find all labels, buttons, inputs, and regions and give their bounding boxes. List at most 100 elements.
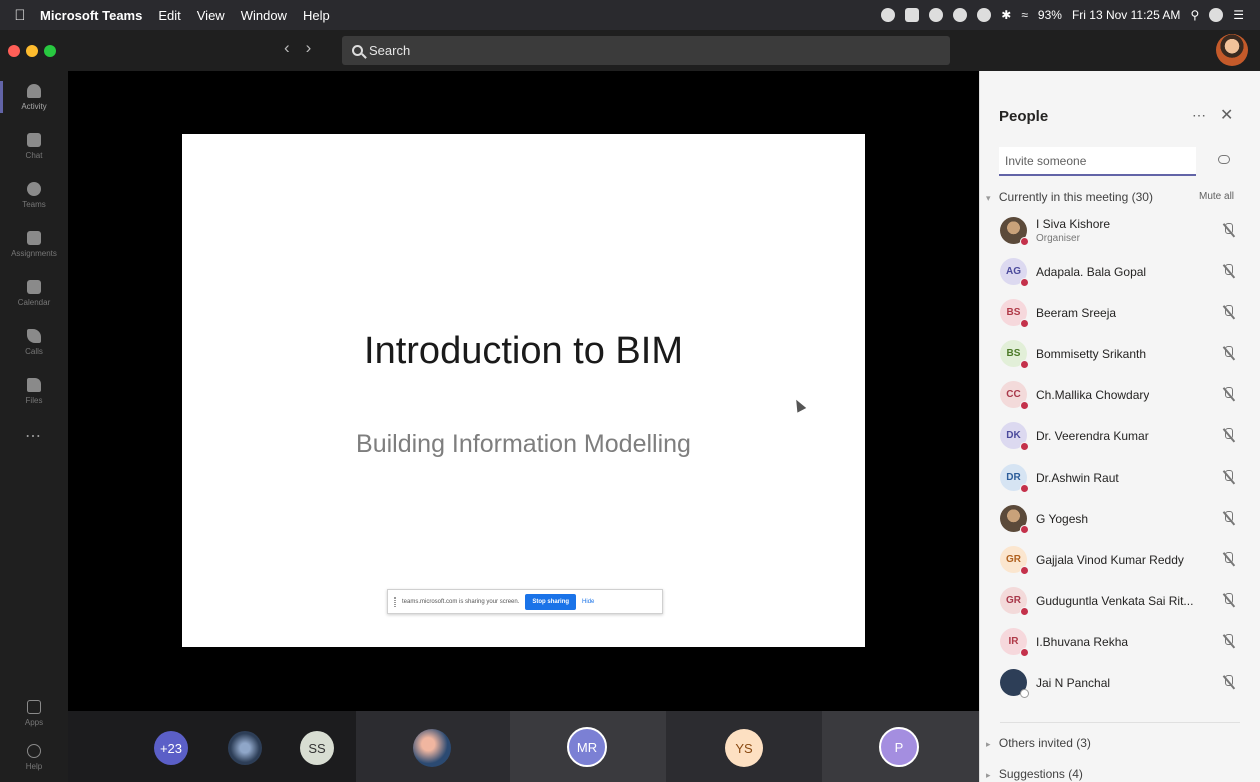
back-icon[interactable]: ‹ — [284, 38, 290, 58]
mic-off-icon[interactable] — [1222, 592, 1235, 608]
hide-button[interactable]: Hide — [582, 599, 594, 605]
video-tile[interactable]: MR — [510, 711, 666, 782]
participant-avatar: MR — [567, 727, 607, 767]
participant-row[interactable]: AG Adapala. Bala Gopal — [980, 252, 1260, 293]
stop-sharing-button[interactable]: Stop sharing — [525, 593, 577, 610]
participant-row[interactable]: G Yogesh — [980, 499, 1260, 540]
title-bar: ‹ › Search — [0, 30, 1260, 71]
participant-avatar: P — [879, 727, 919, 767]
status-icon[interactable] — [905, 8, 920, 22]
others-invited-header[interactable]: ▸ Others invited (3) — [986, 736, 1091, 750]
menu-help[interactable]: Help — [303, 8, 330, 23]
notification-center-icon[interactable]: ☰ — [1233, 8, 1244, 22]
close-icon[interactable]: ✕ — [1220, 105, 1233, 125]
mic-off-icon[interactable] — [1222, 223, 1235, 238]
participant-tray: +23 SS MR YS P — [68, 711, 979, 782]
search-input[interactable]: Search — [342, 36, 950, 65]
mic-off-icon[interactable] — [1222, 305, 1235, 320]
participant-list: I Siva Kishore Organiser AG Adapala. Bal… — [980, 211, 1260, 723]
video-tile[interactable]: YS — [666, 711, 822, 782]
mic-off-icon[interactable] — [1222, 551, 1235, 567]
participant-row[interactable]: Jai N Panchal — [980, 663, 1260, 704]
status-icon[interactable] — [881, 8, 896, 22]
avatar-initials: BS — [1006, 307, 1021, 319]
profile-avatar[interactable] — [1216, 34, 1248, 66]
participant-row[interactable]: CC Ch.Mallika Chowdary — [980, 375, 1260, 416]
mic-off-icon[interactable] — [1222, 510, 1235, 526]
participant-name: I.Bhuvana Rekha — [1036, 634, 1129, 649]
more-participants-badge[interactable]: +23 — [154, 731, 188, 765]
menu-window[interactable]: Window — [241, 8, 287, 23]
link-icon[interactable] — [1218, 155, 1230, 164]
more-apps-icon[interactable]: ⋯ — [0, 426, 68, 446]
chat-icon — [27, 132, 41, 147]
rail-item-calendar[interactable]: Calendar — [0, 271, 68, 315]
participant-avatar — [413, 729, 451, 767]
participant-avatar: GR — [1000, 545, 1029, 575]
participant-row[interactable]: BS Bommisetty Srikanth — [980, 334, 1260, 375]
mic-off-icon[interactable] — [1222, 428, 1235, 443]
current-section-header[interactable]: ▾ Currently in this meeting (30) — [986, 190, 1153, 204]
bluetooth-icon[interactable]: ✱ — [1001, 8, 1011, 22]
participant-row[interactable]: I Siva Kishore Organiser — [980, 211, 1260, 252]
zoom-window-icon[interactable] — [44, 44, 56, 57]
participant-name: I Siva Kishore — [1036, 217, 1111, 231]
siri-icon[interactable] — [1209, 8, 1224, 22]
chevron-right-icon: ▸ — [986, 770, 991, 780]
spotlight-icon[interactable]: ⚲ — [1190, 8, 1199, 22]
app-menu[interactable]: Microsoft Teams — [40, 8, 142, 23]
invite-input[interactable]: Invite someone — [999, 147, 1196, 176]
time-machine-icon[interactable] — [977, 8, 992, 22]
apple-icon[interactable]:  — [0, 7, 40, 24]
participant-row[interactable]: IR I.Bhuvana Rekha — [980, 622, 1260, 663]
more-options-icon[interactable]: ⋯ — [1192, 107, 1207, 124]
window-controls — [8, 44, 56, 57]
mic-off-icon[interactable] — [1222, 675, 1235, 690]
menu-edit[interactable]: Edit — [158, 8, 180, 23]
drag-handle-icon[interactable] — [394, 596, 396, 607]
participant-avatar[interactable] — [228, 731, 262, 765]
mic-off-icon[interactable] — [1222, 633, 1235, 649]
rail-item-calls[interactable]: Calls — [0, 320, 68, 364]
forward-icon[interactable]: › — [306, 38, 312, 58]
mic-off-icon[interactable] — [1222, 264, 1235, 279]
rail-item-assignments[interactable]: Assignments — [0, 222, 68, 266]
mic-off-icon[interactable] — [1222, 346, 1235, 361]
status-dot — [1020, 606, 1029, 616]
wifi-icon[interactable]: ≈ — [1021, 8, 1028, 22]
participant-avatar: AG — [1000, 258, 1029, 288]
rail-item-chat[interactable]: Chat — [0, 124, 68, 168]
participant-row[interactable]: DK Dr. Veerendra Kumar — [980, 416, 1260, 457]
participant-row[interactable]: GR Gajjala Vinod Kumar Reddy — [980, 540, 1260, 581]
rail-item-activity[interactable]: Activity — [0, 75, 68, 119]
video-tile[interactable] — [356, 711, 510, 782]
battery-text[interactable]: 93% — [1038, 8, 1062, 22]
video-tile[interactable]: P — [822, 711, 979, 782]
cloud-icon[interactable] — [929, 8, 944, 22]
suggestions-header[interactable]: ▸ Suggestions (4) — [986, 767, 1083, 781]
rail-item-help[interactable]: Help — [0, 735, 68, 779]
mic-off-icon[interactable] — [1222, 469, 1235, 485]
status-dot — [1020, 689, 1029, 699]
rail-label: Chat — [25, 150, 43, 160]
status-area: ✱ ≈ 93% Fri 13 Nov 11:25 AM ⚲ ☰ — [881, 8, 1260, 22]
mute-all-button[interactable]: Mute all — [1199, 191, 1234, 202]
participant-row[interactable]: BS Beeram Sreeja — [980, 293, 1260, 334]
participant-row[interactable]: DR Dr.Ashwin Raut — [980, 458, 1260, 499]
bell-icon — [27, 83, 41, 98]
mic-off-icon[interactable] — [1222, 387, 1235, 402]
rail-item-apps[interactable]: Apps — [0, 691, 68, 735]
participant-row[interactable]: GR Guduguntla Venkata Sai Rit... — [980, 581, 1260, 622]
rail-item-files[interactable]: Files — [0, 369, 68, 413]
close-window-icon[interactable] — [8, 44, 20, 57]
panel-title: People — [999, 108, 1049, 125]
datetime[interactable]: Fri 13 Nov 11:25 AM — [1072, 8, 1181, 22]
rail-item-teams[interactable]: Teams — [0, 173, 68, 217]
menu-view[interactable]: View — [197, 8, 225, 23]
avatar-initials: BS — [1006, 348, 1021, 360]
participant-avatar[interactable]: SS — [300, 731, 334, 765]
minimize-window-icon[interactable] — [26, 44, 38, 57]
participant-avatar — [1000, 669, 1029, 699]
rail-label: Apps — [24, 717, 44, 727]
status-icon[interactable] — [953, 8, 968, 22]
